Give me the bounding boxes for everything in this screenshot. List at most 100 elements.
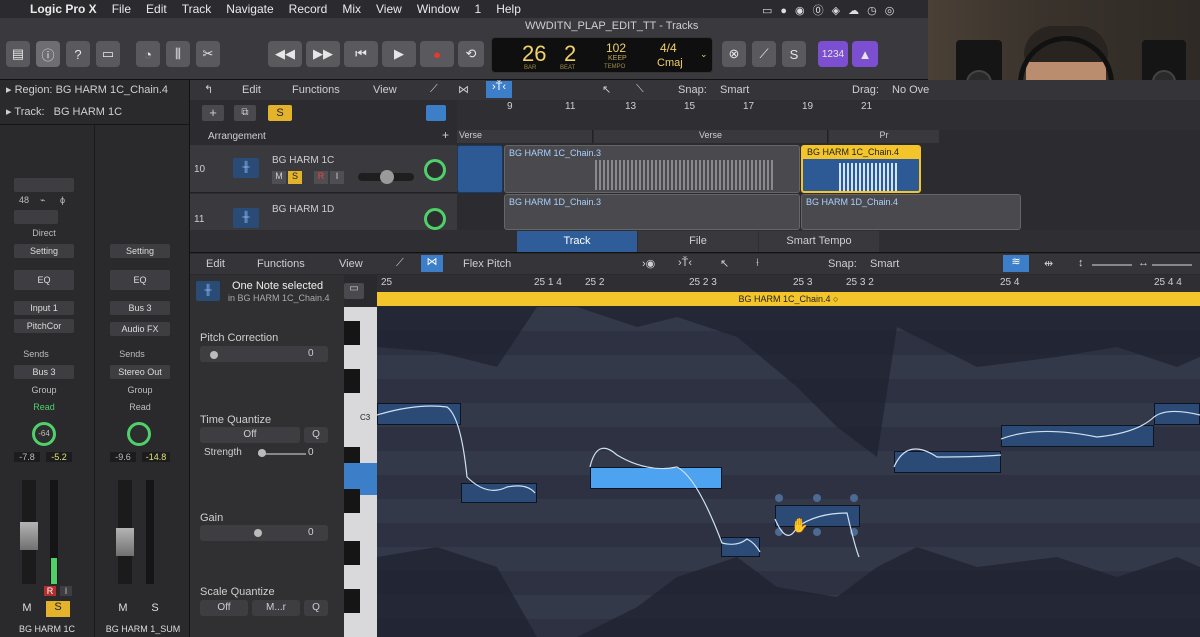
add-track-button[interactable]: + [202, 105, 224, 121]
menu-1[interactable]: 1 [475, 2, 482, 16]
editor-region-bar[interactable]: BG HARM 1C_Chain.4 ○ [377, 292, 1200, 306]
pointer-tool-icon[interactable]: ↖ [602, 83, 611, 96]
menu-track[interactable]: Track [182, 2, 212, 16]
metronome-button[interactable]: ▲ [852, 41, 878, 67]
tracks-snap-select[interactable]: Smart [720, 84, 749, 96]
strip2-mute-button[interactable]: M [112, 602, 134, 614]
tracks-edit-menu[interactable]: Edit [242, 84, 261, 96]
editor-view-menu[interactable]: View [339, 258, 363, 270]
audio-region[interactable] [457, 145, 503, 193]
arrangement-marker-1[interactable]: Verse [457, 130, 593, 143]
count-in-button[interactable]: 1234 [818, 41, 848, 67]
inspector-button[interactable]: ⓘ [36, 41, 60, 67]
track-name[interactable]: BG HARM 1C [272, 155, 334, 166]
record-button[interactable]: ● [420, 41, 454, 67]
strip1-solo-button[interactable]: S [46, 601, 70, 617]
menu-edit[interactable]: Edit [146, 2, 167, 16]
global-solo-button[interactable]: S [268, 105, 292, 121]
fit-icon[interactable]: ⇹ [1044, 257, 1053, 270]
audio-region[interactable]: BG HARM 1C_Chain.3 [504, 145, 800, 193]
scissors-tool-icon[interactable]: ⟊ [756, 257, 759, 270]
go-to-start-button[interactable]: ⏮ [344, 41, 378, 67]
mixer-button[interactable]: ⫼ [166, 41, 190, 67]
strip2-bus[interactable]: Stereo Out [110, 365, 170, 379]
region-inspector-row[interactable]: ▸ Region: BG HARM 1C_Chain.4 [6, 83, 190, 96]
toolbar-button[interactable]: ▭ [96, 41, 120, 67]
vertical-zoom-icon[interactable]: ↕ [1078, 257, 1084, 269]
strip1-i-button[interactable]: I [60, 586, 72, 596]
flex-icon[interactable]: ⋈ [458, 83, 469, 96]
replace-button[interactable]: ⊗ [722, 41, 746, 67]
smart-controls-button[interactable]: ◔ [136, 41, 160, 67]
catch-icon[interactable]: ›Ť‹ [486, 81, 512, 98]
strip2-plugin[interactable]: Audio FX [110, 322, 170, 336]
tracks-drag-select[interactable]: No Ove [892, 84, 929, 96]
horizontal-zoom-slider[interactable] [1152, 264, 1192, 266]
menu-help[interactable]: Help [496, 2, 521, 16]
editor-functions-menu[interactable]: Functions [257, 258, 305, 270]
pointer-tool-icon[interactable]: ↖ [720, 257, 729, 270]
strip2-group[interactable]: Group [110, 385, 170, 395]
track-record-button[interactable]: R [314, 171, 328, 184]
strip1-plugin[interactable]: PitchCor [14, 319, 74, 333]
phase-icon[interactable]: ⌁ [40, 195, 45, 206]
waveform-zoom-icon[interactable]: ≋ [1003, 255, 1029, 272]
lcd-dropdown-icon[interactable]: ⌄ [700, 49, 708, 60]
track-volume-thumb[interactable] [380, 170, 394, 184]
solo-play-icon[interactable]: ›◉ [642, 257, 655, 270]
editors-button[interactable]: ✂ [196, 41, 220, 67]
piano-key[interactable] [344, 321, 360, 345]
strip2-setting[interactable]: Setting [110, 244, 170, 258]
piano-key[interactable] [344, 541, 360, 565]
flex-mode-select[interactable]: Flex Pitch [463, 258, 511, 270]
strip2-pan-knob[interactable] [127, 422, 151, 446]
duplicate-track-button[interactable]: ⧉ [234, 105, 256, 121]
arrangement-marker-2[interactable]: Verse [594, 130, 828, 143]
strip1-r-button[interactable]: R [44, 586, 56, 596]
solo-mode-button[interactable]: S [782, 41, 806, 67]
quick-help-button[interactable]: ? [66, 41, 90, 67]
menu-view[interactable]: View [376, 2, 402, 16]
strength-thumb[interactable] [258, 449, 266, 457]
arrangement-marker-3[interactable]: Pr [829, 130, 939, 143]
audio-region[interactable]: BG HARM 1D_Chain.4 [801, 194, 1021, 230]
audio-region-selected[interactable]: BG HARM 1C_Chain.4 [801, 145, 921, 193]
strip1-field[interactable] [14, 178, 74, 192]
menu-record[interactable]: Record [289, 2, 328, 16]
strip1-automation[interactable]: Read [14, 402, 74, 412]
strip1-bus[interactable]: Bus 3 [14, 365, 74, 379]
tracks-functions-menu[interactable]: Functions [292, 84, 340, 96]
rewind-button[interactable]: ◀◀ [268, 41, 302, 67]
track-inspector-row[interactable]: ▸ Track: BG HARM 1C [6, 105, 122, 118]
strip1-mute-button[interactable]: M [16, 602, 38, 614]
scale-quantize-mode-select[interactable]: M...r [252, 600, 300, 616]
back-icon[interactable]: ↰ [204, 83, 213, 96]
track-name[interactable]: BG HARM 1D [272, 204, 334, 215]
menu-window[interactable]: Window [417, 2, 460, 16]
phi-icon[interactable]: ϕ [60, 195, 65, 205]
scale-quantize-q-button[interactable]: Q [304, 600, 328, 616]
strip1-input[interactable]: Input 1 [14, 301, 74, 315]
track-solo-button[interactable]: S [288, 171, 302, 184]
strip2-input[interactable]: Bus 3 [110, 301, 170, 315]
strip1-fader-cap[interactable] [20, 522, 38, 550]
catch-icon[interactable]: ›Ť‹ [678, 257, 692, 269]
time-quantize-select[interactable]: Off [200, 427, 300, 443]
automation-icon[interactable]: ⟋ [396, 257, 404, 270]
app-menu[interactable]: Logic Pro X [30, 2, 97, 16]
editor-ruler[interactable]: 25 25 1 4 25 2 25 2 3 25 3 25 3 2 25 4 2… [377, 275, 1200, 292]
automation-icon[interactable]: ⟋ [430, 83, 438, 96]
strip1-setting[interactable]: Setting [14, 244, 74, 258]
pencil-tool-icon[interactable]: ⟍ [636, 83, 644, 96]
vertical-zoom-slider[interactable] [1092, 264, 1132, 266]
editor-snap-select[interactable]: Smart [870, 258, 899, 270]
strip2-automation[interactable]: Read [110, 402, 170, 412]
piano-key[interactable] [344, 369, 360, 393]
gain-thumb[interactable] [254, 529, 262, 537]
tab-file[interactable]: File [638, 231, 758, 252]
library-button[interactable]: ▤ [6, 41, 30, 67]
menu-file[interactable]: File [112, 2, 131, 16]
strip1-gain-field[interactable]: 48 [16, 195, 32, 205]
track-pan-knob[interactable] [424, 208, 446, 230]
menu-navigate[interactable]: Navigate [226, 2, 273, 16]
